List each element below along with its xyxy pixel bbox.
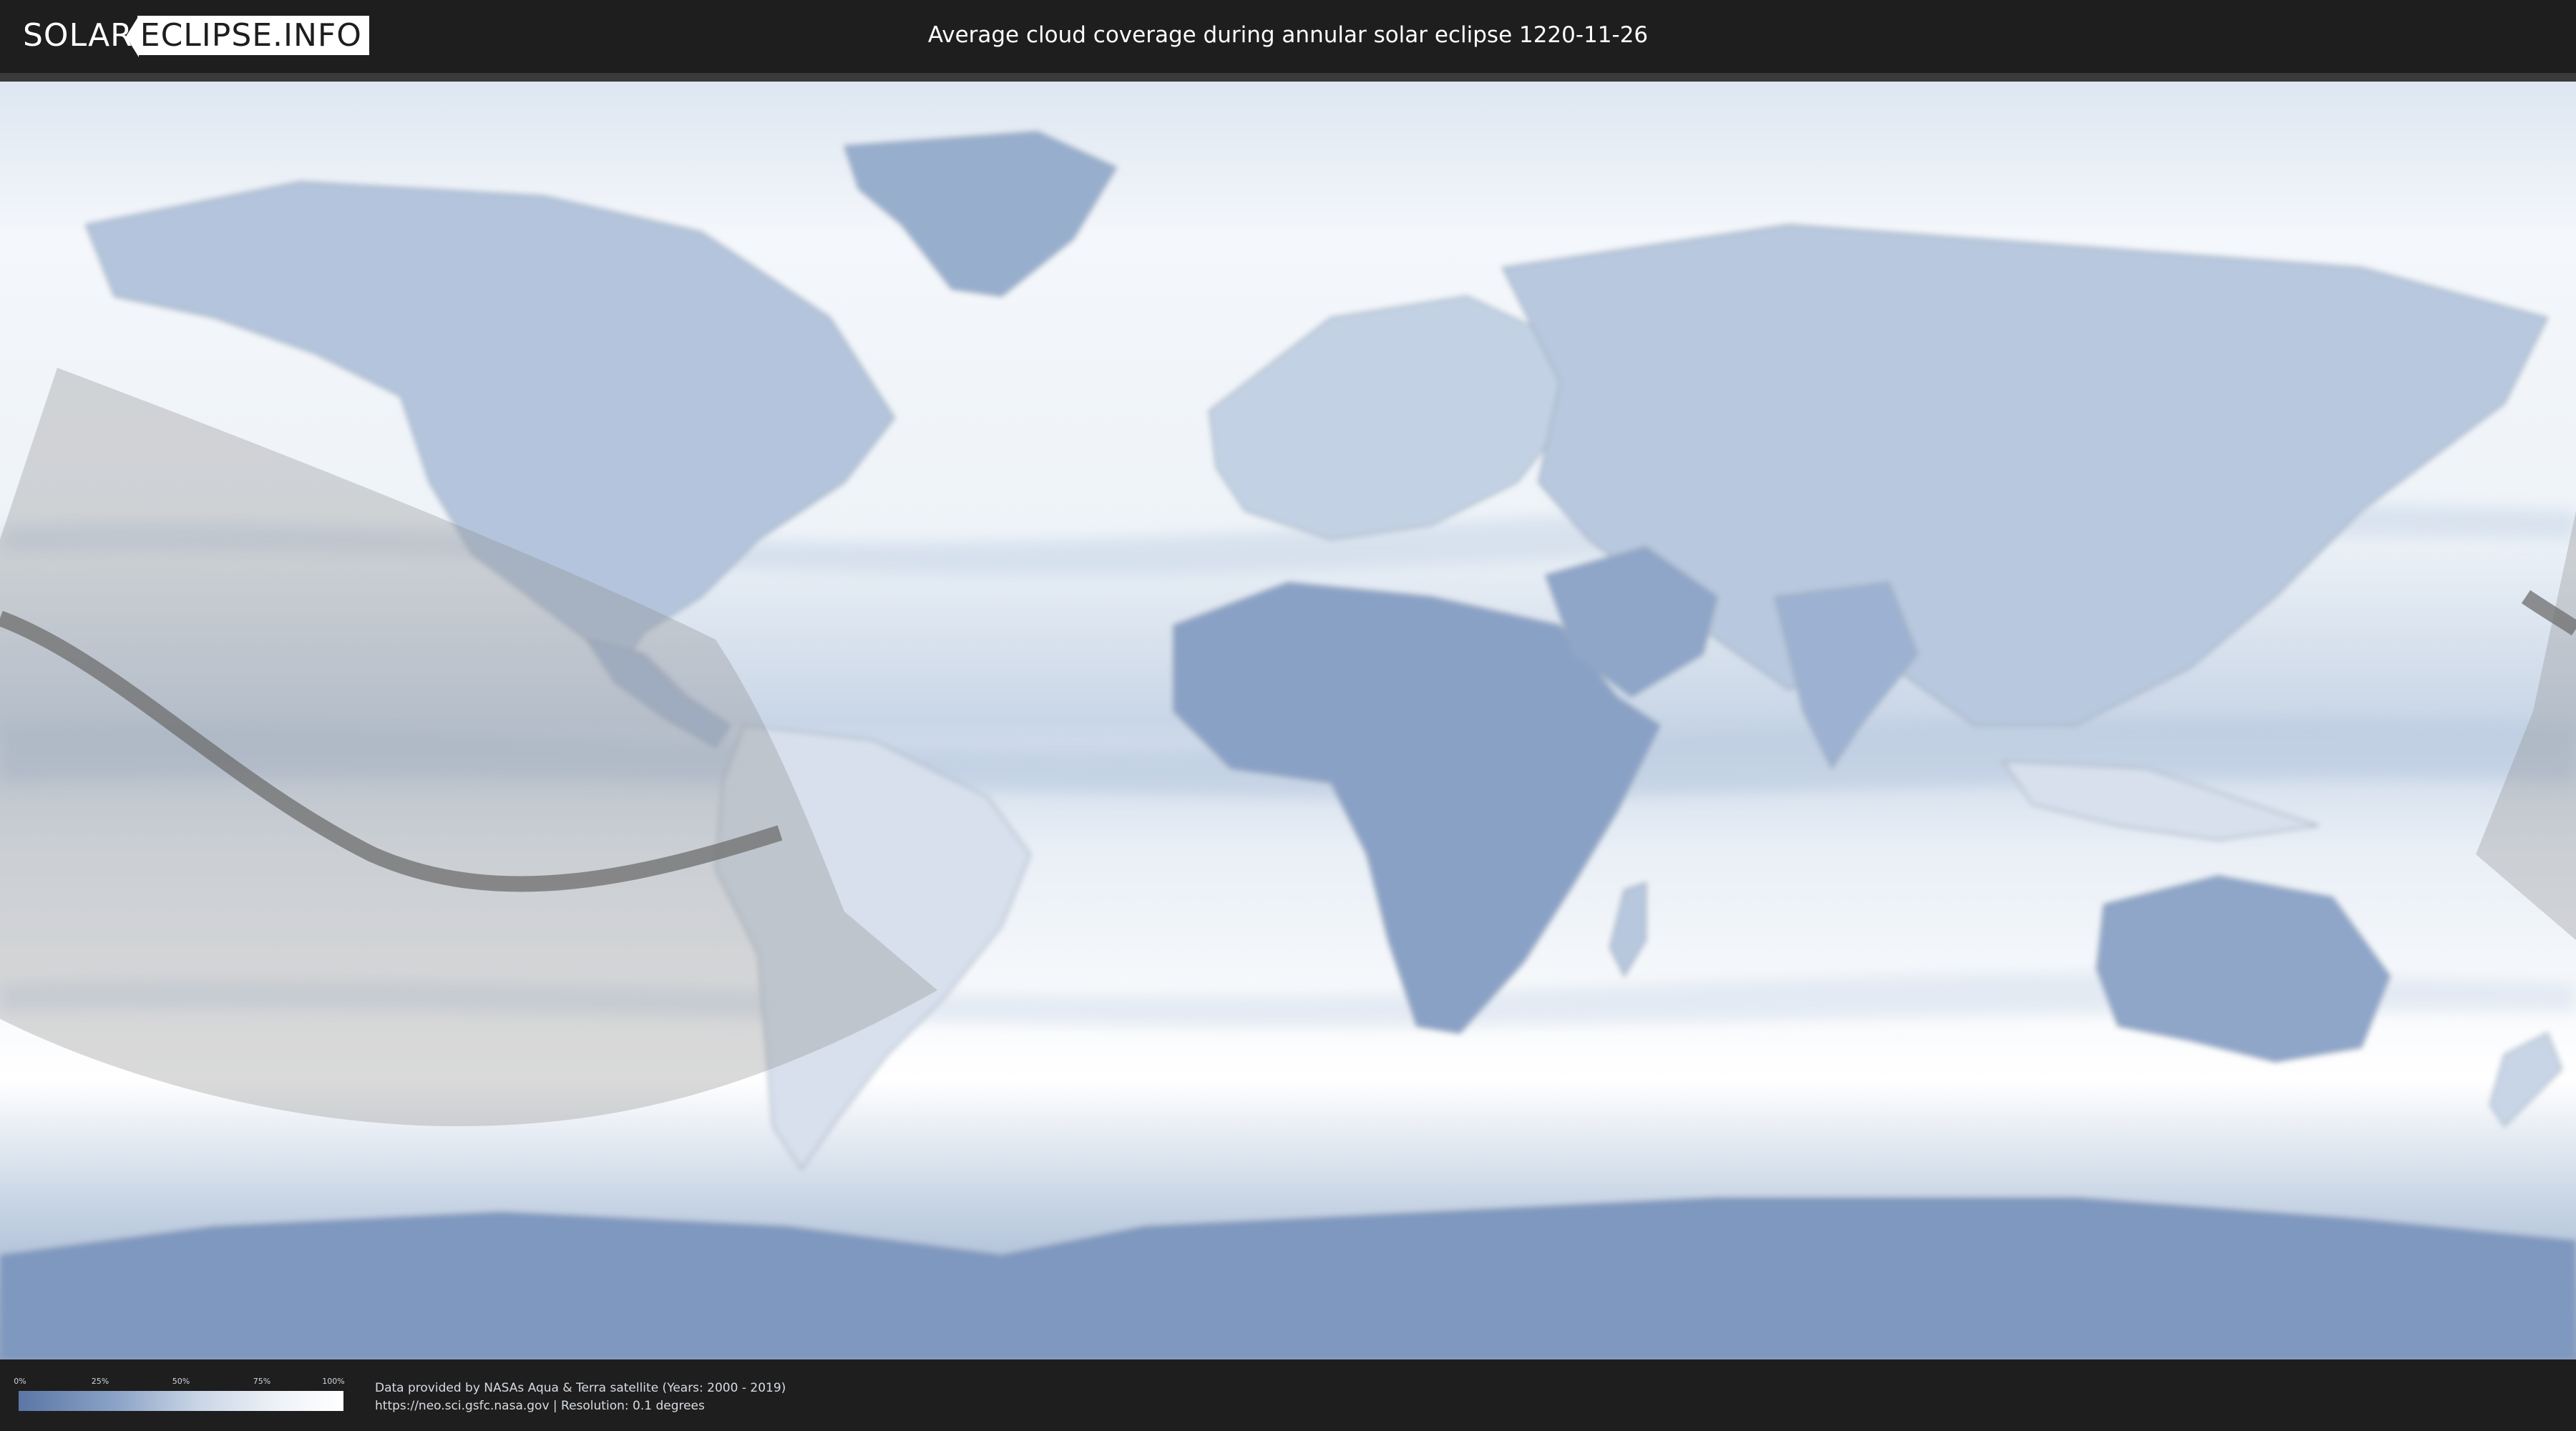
header-bar: SOLAR ECLIPSE.INFO Average cloud coverag… [0,0,2576,72]
legend-tick-0: 0% [14,1377,26,1386]
page-title: Average cloud coverage during annular so… [927,22,1649,48]
data-credits: Data provided by NASAs Aqua & Terra sate… [375,1379,786,1415]
credits-line-source: Data provided by NASAs Aqua & Terra sate… [375,1381,786,1395]
legend-tick-100: 100% [322,1377,345,1386]
legend-tick-75: 75% [253,1377,271,1386]
page: SOLAR ECLIPSE.INFO Average cloud coverag… [0,0,2576,1431]
cloud-coverage-map[interactable] [0,73,2576,1361]
legend-tick-25: 25% [91,1377,109,1386]
antarctica [0,1197,2576,1361]
footer-bar: 0% 25% 50% 75% 100% Data provided by NAS… [0,1359,2576,1431]
cloud-coverage-legend: 0% 25% 50% 75% 100% [14,1377,345,1414]
legend-ticks: 0% 25% 50% 75% 100% [14,1377,345,1388]
credits-line-url[interactable]: https://neo.sci.gsfc.nasa.gov | Resoluti… [375,1397,786,1415]
legend-gradient-bar [19,1391,343,1411]
world-map-svg [0,82,2576,1361]
legend-tick-50: 50% [172,1377,190,1386]
